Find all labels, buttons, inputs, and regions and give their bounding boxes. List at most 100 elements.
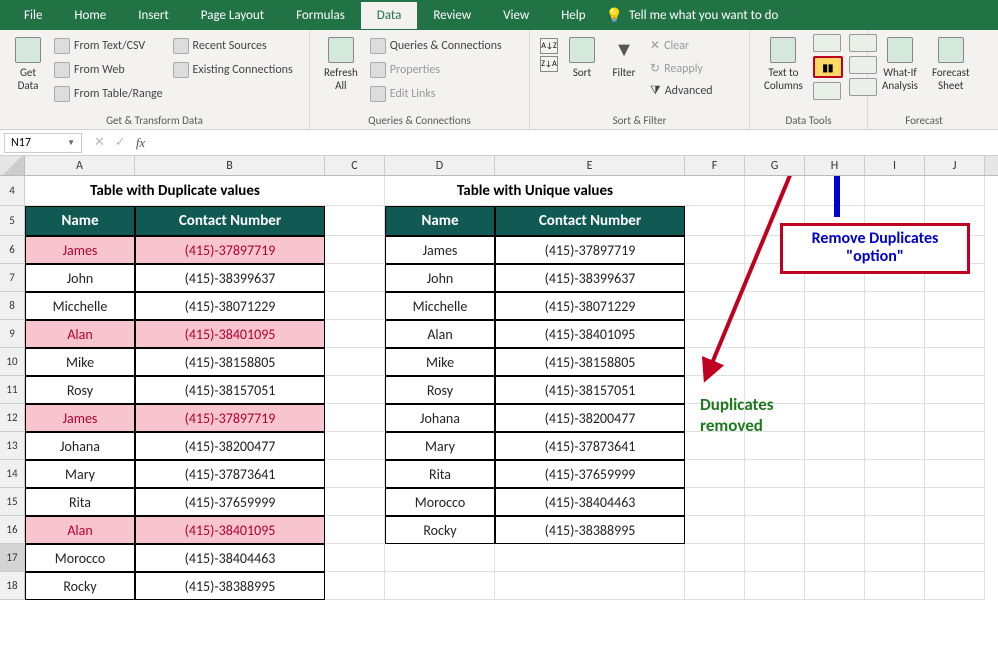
- tellme-search[interactable]: 💡 Tell me what you want to do: [606, 7, 779, 24]
- left-contact-9[interactable]: (415)-37659999: [135, 488, 325, 516]
- left-name-12[interactable]: Rocky: [25, 572, 135, 600]
- right-name-7[interactable]: Mary: [385, 432, 495, 460]
- existing-conn-button[interactable]: Existing Connections: [171, 60, 295, 80]
- cancel-formula-icon[interactable]: ✕: [94, 135, 105, 150]
- properties-button[interactable]: Properties: [368, 60, 504, 80]
- left-contact-1[interactable]: (415)-38399637: [135, 264, 325, 292]
- row-10[interactable]: 10: [0, 348, 25, 376]
- right-contact-2[interactable]: (415)-38071229: [495, 292, 685, 320]
- editlinks-button[interactable]: Edit Links: [368, 84, 504, 104]
- row-8[interactable]: 8: [0, 292, 25, 320]
- left-name-8[interactable]: Mary: [25, 460, 135, 488]
- accept-formula-icon[interactable]: ✓: [115, 135, 126, 150]
- left-contact-4[interactable]: (415)-38158805: [135, 348, 325, 376]
- left-name-2[interactable]: Micchelle: [25, 292, 135, 320]
- left-name-1[interactable]: John: [25, 264, 135, 292]
- hdr-right-name[interactable]: Name: [385, 206, 495, 236]
- left-contact-8[interactable]: (415)-37873641: [135, 460, 325, 488]
- tab-file[interactable]: File: [8, 2, 58, 29]
- left-contact-0[interactable]: (415)-37897719: [135, 236, 325, 264]
- row-6[interactable]: 6: [0, 236, 25, 264]
- right-contact-6[interactable]: (415)-38200477: [495, 404, 685, 432]
- get-data-button[interactable]: Get Data: [10, 34, 46, 94]
- right-name-0[interactable]: James: [385, 236, 495, 264]
- right-name-1[interactable]: John: [385, 264, 495, 292]
- right-contact-3[interactable]: (415)-38401095: [495, 320, 685, 348]
- name-box[interactable]: N17 ▼: [4, 133, 82, 153]
- right-contact-5[interactable]: (415)-38157051: [495, 376, 685, 404]
- row-12[interactable]: 12: [0, 404, 25, 432]
- row-4[interactable]: 4: [0, 176, 25, 206]
- left-name-5[interactable]: Rosy: [25, 376, 135, 404]
- tab-review[interactable]: Review: [417, 2, 487, 29]
- col-C[interactable]: C: [325, 156, 385, 175]
- right-contact-10[interactable]: (415)-38388995: [495, 516, 685, 544]
- col-J[interactable]: J: [925, 156, 985, 175]
- tab-data[interactable]: Data: [361, 2, 418, 29]
- right-name-3[interactable]: Alan: [385, 320, 495, 348]
- worksheet-grid[interactable]: 4Table with Duplicate valuesTable with U…: [0, 176, 998, 646]
- select-all-corner[interactable]: [0, 156, 25, 175]
- tab-page-layout[interactable]: Page Layout: [185, 2, 280, 29]
- left-name-3[interactable]: Alan: [25, 320, 135, 348]
- row-16[interactable]: 16: [0, 516, 25, 544]
- right-contact-1[interactable]: (415)-38399637: [495, 264, 685, 292]
- right-contact-9[interactable]: (415)-38404463: [495, 488, 685, 516]
- advanced-button[interactable]: ⧩Advanced: [648, 82, 715, 100]
- left-contact-11[interactable]: (415)-38404463: [135, 544, 325, 572]
- formula-input[interactable]: [155, 141, 998, 145]
- data-validation-button[interactable]: [813, 82, 841, 100]
- right-name-10[interactable]: Rocky: [385, 516, 495, 544]
- left-contact-5[interactable]: (415)-38157051: [135, 376, 325, 404]
- left-name-10[interactable]: Alan: [25, 516, 135, 544]
- right-name-5[interactable]: Rosy: [385, 376, 495, 404]
- col-F[interactable]: F: [685, 156, 745, 175]
- hdr-left-name[interactable]: Name: [25, 206, 135, 236]
- col-I[interactable]: I: [865, 156, 925, 175]
- row-13[interactable]: 13: [0, 432, 25, 460]
- hdr-right-contact[interactable]: Contact Number: [495, 206, 685, 236]
- left-contact-12[interactable]: (415)-38388995: [135, 572, 325, 600]
- reapply-button[interactable]: ↻Reapply: [648, 59, 715, 78]
- left-contact-7[interactable]: (415)-38200477: [135, 432, 325, 460]
- left-name-9[interactable]: Rita: [25, 488, 135, 516]
- forecast-sheet-button[interactable]: Forecast Sheet: [928, 34, 974, 94]
- from-textcsv-button[interactable]: From Text/CSV: [52, 36, 165, 56]
- left-contact-10[interactable]: (415)-38401095: [135, 516, 325, 544]
- refresh-all-button[interactable]: Refresh All: [320, 34, 362, 94]
- filter-button[interactable]: ▼ Filter: [606, 34, 642, 81]
- sort-az-icon[interactable]: A↓Z: [540, 38, 558, 54]
- row-18[interactable]: 18: [0, 572, 25, 600]
- tab-home[interactable]: Home: [58, 2, 122, 29]
- from-web-button[interactable]: From Web: [52, 60, 165, 80]
- left-name-11[interactable]: Morocco: [25, 544, 135, 572]
- left-name-6[interactable]: James: [25, 404, 135, 432]
- col-G[interactable]: G: [745, 156, 805, 175]
- col-B[interactable]: B: [135, 156, 325, 175]
- tab-help[interactable]: Help: [545, 2, 601, 29]
- right-name-4[interactable]: Mike: [385, 348, 495, 376]
- tab-formulas[interactable]: Formulas: [280, 2, 361, 29]
- left-contact-3[interactable]: (415)-38401095: [135, 320, 325, 348]
- from-table-button[interactable]: From Table/Range: [52, 84, 165, 104]
- cell-C4[interactable]: [325, 176, 385, 206]
- sort-button[interactable]: Sort: [564, 34, 600, 81]
- row-17[interactable]: 17: [0, 544, 25, 572]
- clear-button[interactable]: ✕Clear: [648, 36, 715, 55]
- col-E[interactable]: E: [495, 156, 685, 175]
- row-15[interactable]: 15: [0, 488, 25, 516]
- right-name-2[interactable]: Micchelle: [385, 292, 495, 320]
- right-name-6[interactable]: Johana: [385, 404, 495, 432]
- text-to-columns-button[interactable]: Text to Columns: [760, 34, 807, 94]
- col-H[interactable]: H: [805, 156, 865, 175]
- whatif-button[interactable]: What-If Analysis: [878, 34, 922, 94]
- remove-duplicates-button[interactable]: ▮▮: [813, 56, 843, 78]
- left-contact-2[interactable]: (415)-38071229: [135, 292, 325, 320]
- right-contact-7[interactable]: (415)-37873641: [495, 432, 685, 460]
- row-7[interactable]: 7: [0, 264, 25, 292]
- left-name-7[interactable]: Johana: [25, 432, 135, 460]
- flash-fill-button[interactable]: [813, 34, 841, 52]
- left-name-0[interactable]: James: [25, 236, 135, 264]
- col-A[interactable]: A: [25, 156, 135, 175]
- right-contact-0[interactable]: (415)-37897719: [495, 236, 685, 264]
